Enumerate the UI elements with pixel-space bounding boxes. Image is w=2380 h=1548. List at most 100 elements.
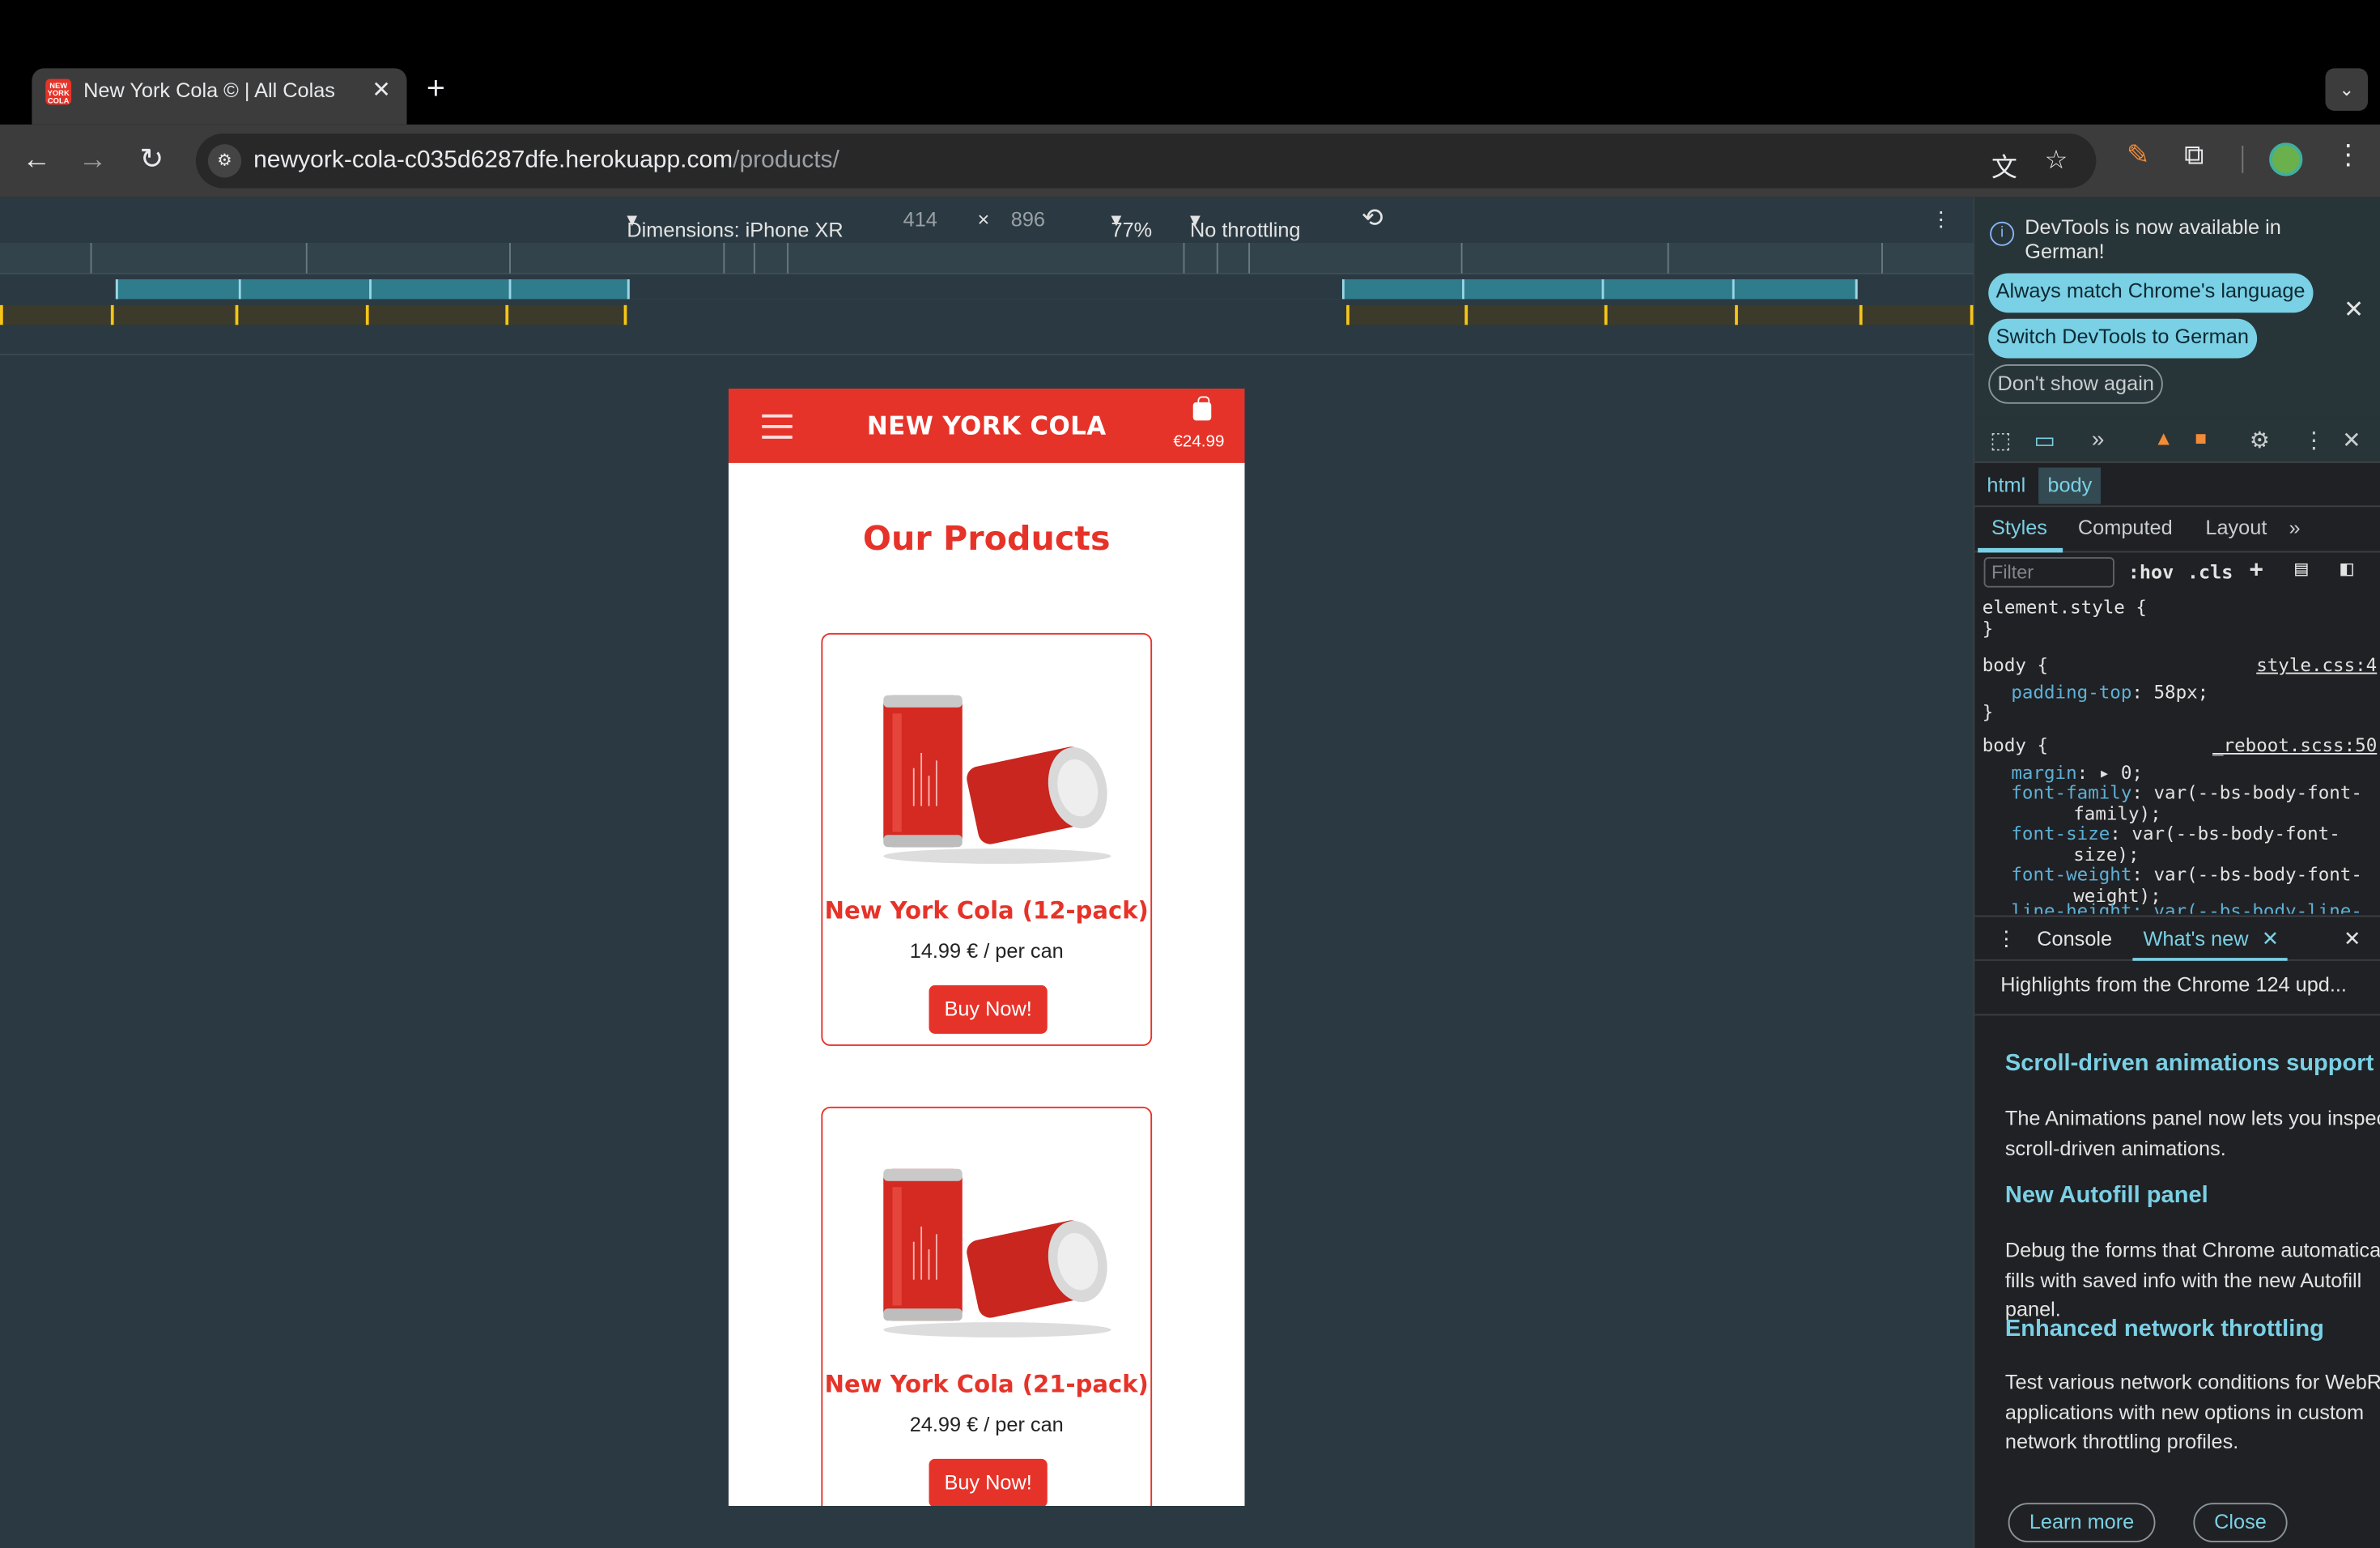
browser-tab[interactable]: NEW YORK COLA New York Cola © | All Cola… <box>32 68 407 125</box>
issues-icon[interactable]: ■ <box>2195 427 2207 449</box>
more-tabs-icon[interactable]: » <box>2289 517 2301 539</box>
width-input[interactable]: 414 <box>903 208 937 231</box>
device-select[interactable]: Dimensions: iPhone XR ▾ <box>627 208 843 241</box>
inspect-element-icon[interactable]: ⬚ <box>1990 427 2012 454</box>
device-toggle-icon[interactable]: ▭ <box>2034 427 2056 454</box>
drawer-close-icon[interactable]: ✕ <box>2344 928 2361 952</box>
warning-icon[interactable]: ▲ <box>2154 427 2174 449</box>
css-property[interactable]: font-weight <box>2011 864 2131 885</box>
media-query-ruler <box>0 243 1974 325</box>
cart-total[interactable]: €24.99 <box>1173 432 1224 451</box>
tab-computed[interactable]: Computed <box>2078 517 2173 539</box>
product-name[interactable]: New York Cola (21-pack) <box>822 1371 1150 1398</box>
back-icon[interactable]: ← <box>15 140 58 183</box>
css-selector[interactable]: body { <box>1983 735 2048 756</box>
shopping-bag-icon[interactable] <box>1192 396 1212 421</box>
profile-avatar[interactable] <box>2269 142 2303 176</box>
css-value[interactable]: : var(--bs-body-font- <box>2131 782 2361 803</box>
css-value[interactable]: : 58px; <box>2131 681 2208 702</box>
css-source-link[interactable]: _reboot.scss:50 <box>2212 735 2377 756</box>
url-text[interactable]: newyork-cola-c035d6287dfe.herokuapp.com/… <box>253 147 839 175</box>
css-brace: } <box>1982 617 1994 639</box>
css-property[interactable]: font-size <box>2011 823 2110 844</box>
css-property[interactable]: margin <box>2011 761 2076 782</box>
site-info-icon[interactable]: ⚙ <box>207 144 242 178</box>
tab-layout[interactable]: Layout <box>2205 517 2267 539</box>
paint-brush-icon[interactable]: ▤ <box>2295 557 2308 581</box>
drawer-menu-icon[interactable]: ⋮ <box>1996 928 2017 952</box>
cls-toggle[interactable]: .cls <box>2187 560 2233 583</box>
breadcrumb: html body <box>1974 464 2380 508</box>
reload-icon[interactable]: ↻ <box>130 140 173 183</box>
site-navbar: NEW YORK COLA €24.99 <box>729 389 1245 463</box>
crumb-body[interactable]: body <box>2038 467 2102 504</box>
css-selector[interactable]: element.style { <box>1983 598 2380 619</box>
css-property[interactable]: padding-top <box>2011 681 2131 702</box>
learn-more-button[interactable]: Learn more <box>2008 1503 2156 1542</box>
infobar-close-icon[interactable]: ✕ <box>2344 295 2364 325</box>
tab-title: New York Cola © | All Colas <box>83 79 335 102</box>
device-toolbar: Dimensions: iPhone XR ▾ 414 × 896 77% ▾ … <box>0 197 1974 243</box>
close-button[interactable]: Close <box>2193 1503 2288 1542</box>
more-panels-icon[interactable]: » <box>2092 427 2105 453</box>
address-bar[interactable]: ⚙ newyork-cola-c035d6287dfe.herokuapp.co… <box>195 134 2097 189</box>
css-value[interactable]: : ▸ 0; <box>2077 761 2143 782</box>
tab-whats-new[interactable]: What's new <box>2144 928 2249 950</box>
infobar-text: DevTools is now available in German! <box>2025 215 2281 263</box>
crumb-html[interactable]: html <box>1987 474 2025 496</box>
css-value[interactable]: : var(--bs-body-font- <box>2131 864 2361 885</box>
devtools-close-icon[interactable]: ✕ <box>2342 427 2361 454</box>
css-value[interactable]: : var(--bs-body-font- <box>2110 823 2340 844</box>
zoom-select[interactable]: 77% ▾ <box>1111 208 1153 241</box>
always-match-language-button[interactable]: Always match Chrome's language <box>1988 273 2313 313</box>
tab-search-chevron-icon[interactable]: ⌄ <box>2325 68 2368 111</box>
favicon-icon: NEW YORK COLA <box>45 79 72 107</box>
height-input[interactable]: 896 <box>1011 208 1045 231</box>
forward-icon[interactable]: → <box>71 140 114 183</box>
whats-new-tab-close-icon[interactable]: ✕ <box>2262 928 2279 952</box>
sidebar-toggle-icon[interactable]: ◧ <box>2340 557 2353 581</box>
css-property-partial: line-height: var(--bs-body-line- <box>2011 899 2362 914</box>
extension-pen-icon[interactable]: ✎ <box>2127 140 2149 172</box>
tab-console[interactable]: Console <box>2037 928 2112 950</box>
styles-pane: element.style { } body { style.css:4 padd… <box>1983 595 2380 914</box>
site-brand[interactable]: NEW YORK COLA <box>729 411 1245 440</box>
buy-now-button[interactable]: Buy Now! <box>929 1458 1048 1506</box>
feature-heading[interactable]: New Autofill panel <box>2005 1183 2208 1210</box>
page-title: Our Products <box>862 521 1111 559</box>
devtools-main-toolbar: ⬚ ▭ » ▲ ■ ⚙ ⋮ ✕ <box>1974 417 2380 463</box>
switch-to-german-button[interactable]: Switch DevTools to German <box>1988 318 2257 359</box>
css-selector[interactable]: body { <box>1983 654 2048 675</box>
buy-now-button[interactable]: Buy Now! <box>929 985 1048 1034</box>
settings-gear-icon[interactable]: ⚙ <box>2250 427 2270 454</box>
feature-text: The Animations panel now lets you inspec… <box>2004 1106 2380 1159</box>
product-name[interactable]: New York Cola (12-pack) <box>822 897 1150 925</box>
css-source-link[interactable]: style.css:4 <box>2256 655 2377 676</box>
bookmark-star-icon[interactable]: ☆ <box>2045 146 2068 176</box>
extensions-puzzle-icon[interactable]: ⧉ <box>2184 140 2204 172</box>
feature-heading[interactable]: Scroll-driven animations support <box>2005 1051 2374 1078</box>
divider <box>1974 1014 2380 1016</box>
translate-icon[interactable]: 文 <box>1991 146 2017 184</box>
rotate-icon[interactable]: ⟲ <box>1362 203 1383 234</box>
device-toolbar-more-icon[interactable]: ⋮ <box>1931 208 1951 232</box>
feature-text: Test various network conditions for WebR… <box>2004 1371 2380 1453</box>
styles-subtabs: Styles Computed Layout » <box>1974 507 2380 553</box>
throttling-select[interactable]: No throttling ▾ <box>1190 208 1300 241</box>
feature-heading[interactable]: Enhanced network throttling <box>2005 1316 2324 1344</box>
browser-toolbar: ← → ↻ ⚙ newyork-cola-c035d6287dfe.heroku… <box>0 124 2380 198</box>
new-rule-icon[interactable]: + <box>2250 555 2263 583</box>
tab-close-icon[interactable]: ✕ <box>372 76 391 104</box>
styles-filter-input[interactable]: Filter <box>1983 557 2114 588</box>
devtools-menu-icon[interactable]: ⋮ <box>2302 427 2325 454</box>
dont-show-again-button[interactable]: Don't show again <box>1988 364 2164 404</box>
chrome-menu-icon[interactable]: ⋮ <box>2335 140 2362 172</box>
tab-styles[interactable]: Styles <box>1991 517 2047 539</box>
css-rule: element.style { } <box>1983 598 2380 640</box>
new-tab-icon[interactable]: + <box>427 71 445 108</box>
css-property[interactable]: font-family <box>2011 782 2131 803</box>
favicon-text: NEW YORK COLA <box>47 82 70 107</box>
css-value-cont: family); <box>2073 802 2161 824</box>
hov-toggle[interactable]: :hov <box>2128 560 2174 583</box>
whats-new-header: Highlights from the Chrome 124 upd... <box>2000 972 2347 996</box>
